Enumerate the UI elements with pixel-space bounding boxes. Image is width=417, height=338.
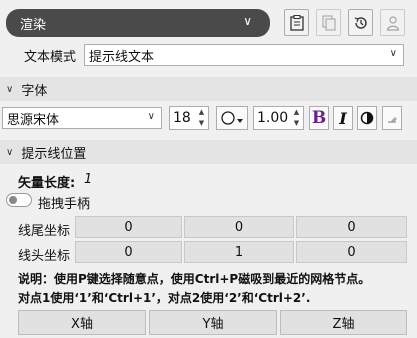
chevron-down-icon: ∨ <box>6 83 14 95</box>
help-note-line1: 说明：使用P键选择随意点，使用Ctrl+P磁吸到最近的网格节点。 <box>18 272 371 286</box>
italic-label: I <box>339 108 347 128</box>
render-mode-select[interactable]: 渲染 ∨ <box>6 9 270 37</box>
line-spacing-value: 1.00 <box>257 110 289 126</box>
head-y-value: 1 <box>234 244 244 260</box>
clipboard-icon <box>289 14 304 31</box>
user-button[interactable] <box>380 9 405 36</box>
tail-y-value: 0 <box>234 219 244 235</box>
y-axis-button[interactable]: Y轴 <box>149 310 277 335</box>
copy-icon <box>321 14 336 31</box>
spinner-arrows-icon[interactable]: ▲ ▼ <box>196 108 207 128</box>
tail-z-field[interactable]: 0 <box>296 216 407 238</box>
eraser-icon <box>388 117 397 123</box>
line-spacing-spinner[interactable]: 1.00 ▲ ▼ <box>253 106 304 130</box>
chevron-down-icon: ∨ <box>243 14 252 28</box>
x-axis-label: X轴 <box>71 317 93 332</box>
chevron-down-icon: ∨ <box>389 48 397 59</box>
contrast-icon <box>360 111 374 125</box>
x-axis-button[interactable]: X轴 <box>18 310 146 335</box>
font-size-spinner[interactable]: 18 ▲ ▼ <box>169 106 209 130</box>
font-section-title: 字体 <box>21 83 48 99</box>
chevron-down-icon: ∨ <box>6 146 14 158</box>
tail-z-value: 0 <box>347 219 356 235</box>
font-family-value: 思源宋体 <box>7 112 60 128</box>
bold-label: B <box>311 108 327 128</box>
hint-line-section-header[interactable]: ∨ 提示线位置 <box>0 140 417 164</box>
chevron-down-icon: ∨ <box>147 111 155 122</box>
font-size-value: 18 <box>173 110 191 126</box>
copy-button[interactable] <box>316 9 341 36</box>
head-x-field[interactable]: 0 <box>75 241 182 263</box>
head-z-value: 0 <box>347 244 356 260</box>
user-icon <box>386 15 399 31</box>
font-section-header[interactable]: ∨ 字体 <box>0 77 417 101</box>
head-z-field[interactable]: 0 <box>296 241 407 263</box>
tail-coord-label: 线尾坐标 <box>18 224 71 239</box>
head-x-value: 0 <box>124 244 133 260</box>
italic-button[interactable]: I <box>333 106 353 130</box>
history-button[interactable] <box>348 9 373 36</box>
head-coord-label: 线头坐标 <box>18 249 71 264</box>
color-circle-icon <box>221 111 243 125</box>
text-mode-label: 文本模式 <box>24 50 77 65</box>
hint-line-section-title: 提示线位置 <box>21 146 87 162</box>
history-icon <box>354 16 367 29</box>
clear-format-button[interactable] <box>382 106 402 130</box>
text-mode-value: 提示线文本 <box>89 49 155 65</box>
paste-button[interactable] <box>284 9 309 36</box>
text-color-picker[interactable] <box>216 106 248 130</box>
contrast-button[interactable] <box>357 106 377 130</box>
head-y-field[interactable]: 1 <box>184 241 294 263</box>
z-axis-label: Z轴 <box>332 317 355 332</box>
vector-length-label: 矢量长度: <box>18 176 76 191</box>
tail-y-field[interactable]: 0 <box>184 216 294 238</box>
tail-x-field[interactable]: 0 <box>75 216 182 238</box>
spinner-arrows-icon[interactable]: ▲ ▼ <box>291 108 302 128</box>
bold-button[interactable]: B <box>309 106 329 130</box>
vector-length-value: 1 <box>84 172 93 187</box>
drag-handle-toggle[interactable] <box>6 193 32 207</box>
tail-x-value: 0 <box>124 219 133 235</box>
toggle-knob <box>9 196 17 204</box>
text-mode-select[interactable]: 提示线文本 ∨ <box>84 44 404 66</box>
z-axis-button[interactable]: Z轴 <box>280 310 407 335</box>
drag-handle-label: 拖拽手柄 <box>38 197 91 212</box>
y-axis-label: Y轴 <box>202 317 224 332</box>
help-note-line2: 对点1使用‘1’和‘Ctrl+1’，对点2使用‘2’和‘Ctrl+2’. <box>18 291 311 305</box>
font-family-select[interactable]: 思源宋体 ∨ <box>2 107 162 129</box>
render-mode-value: 渲染 <box>20 17 47 33</box>
